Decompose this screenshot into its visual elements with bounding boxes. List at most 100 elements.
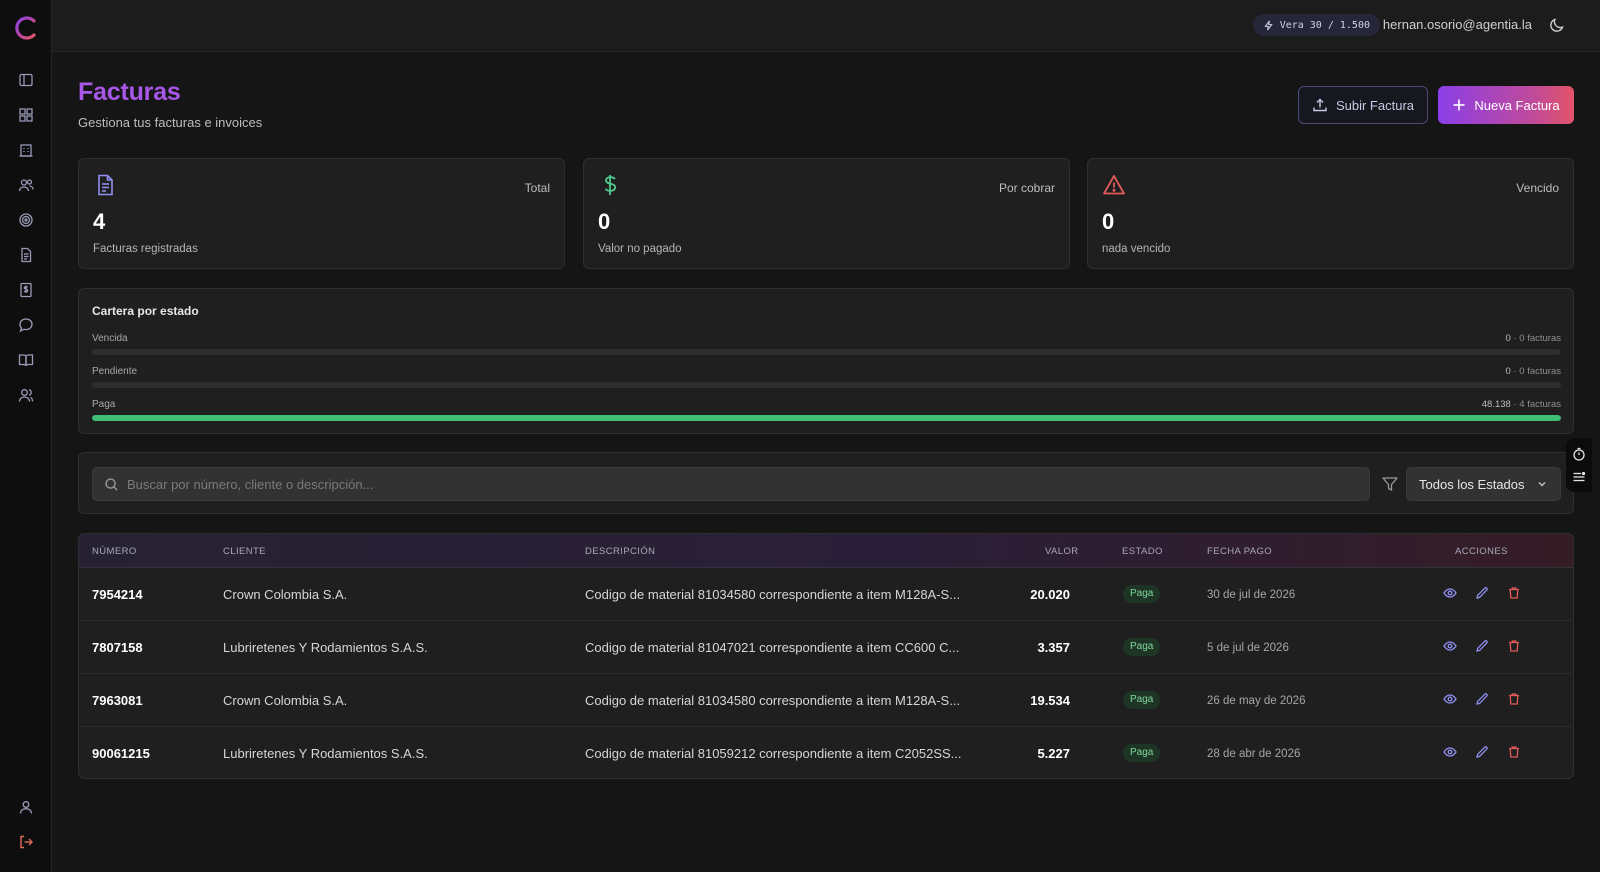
status-badge: Paga [1123,691,1161,709]
invoice-client: Lubriretenes Y Rodamientos S.A.S. [223,746,428,761]
user-email[interactable]: hernan.osorio@agentia.la [1383,17,1532,32]
sidebar [0,0,52,872]
table-row[interactable]: 7963081 Crown Colombia S.A. Codigo de ma… [79,674,1573,727]
delete-icon[interactable] [1507,639,1523,655]
invoice-icon[interactable] [14,243,38,267]
moon-icon[interactable] [1548,16,1566,34]
building-icon[interactable] [14,138,38,162]
receipt-dollar-icon[interactable] [14,278,38,302]
profile-icon[interactable] [14,795,38,819]
stat-value: 0 [1102,209,1115,234]
floating-widget[interactable] [1566,438,1592,492]
status-bar [92,415,1561,421]
users-icon[interactable] [14,173,38,197]
stat-card-por-cobrar: Por cobrar 0 Valor no pagado [583,158,1070,269]
list-icon[interactable] [1572,470,1586,484]
invoice-number: 7963081 [92,693,143,708]
status-label: Vencida [92,333,128,344]
filter-bar: Todos los Estados [78,452,1574,514]
invoice-number: 7954214 [92,587,143,602]
invoice-value: 19.534 [1030,693,1070,708]
logout-icon[interactable] [14,830,38,854]
column-header-descripcion[interactable]: DESCRIPCIÓN [585,546,655,557]
invoice-number: 90061215 [92,746,150,761]
edit-icon[interactable] [1475,692,1491,708]
status-label: Pendiente [92,366,138,377]
bolt-icon [1263,20,1273,30]
invoice-value: 3.357 [1037,640,1070,655]
table-row[interactable]: 7807158 Lubriretenes Y Rodamientos S.A.S… [79,621,1573,674]
column-header-numero[interactable]: NÚMERO [92,546,137,557]
table-row[interactable]: 7954214 Crown Colombia S.A. Codigo de ma… [79,568,1573,621]
view-icon[interactable] [1443,586,1459,602]
credits-text: Vera 30 / 1.500 [1279,19,1370,31]
cartera-panel: Cartera por estado Vencida 0 · 0 factura… [78,288,1574,434]
edit-icon[interactable] [1475,639,1491,655]
status-value: 0 · 0 facturas [1505,333,1561,344]
sidebar-toggle-icon[interactable] [14,68,38,92]
filter-icon[interactable] [1381,475,1399,493]
upload-invoice-label: Subir Factura [1335,97,1415,113]
column-header-cliente[interactable]: CLIENTE [223,546,266,557]
stat-value: 4 [93,209,106,234]
invoice-value: 5.227 [1037,746,1070,761]
chat-icon[interactable] [14,313,38,337]
timer-icon[interactable] [1572,447,1586,461]
invoice-description: Codigo de material 81047021 correspondie… [585,640,960,655]
new-invoice-button[interactable]: Nueva Factura [1438,86,1574,124]
dollar-icon [598,173,622,197]
target-icon[interactable] [14,208,38,232]
stat-label: Por cobrar [998,181,1055,195]
table-row[interactable]: 90061215 Lubriretenes Y Rodamientos S.A.… [79,727,1573,778]
view-icon[interactable] [1443,639,1459,655]
stat-label: Total [524,181,550,195]
invoice-value: 20.020 [1030,587,1070,602]
edit-icon[interactable] [1475,745,1491,761]
view-icon[interactable] [1443,692,1459,708]
status-bar [92,382,1561,388]
invoice-description: Codigo de material 81034580 correspondie… [585,587,961,602]
status-row-vencida: Vencida 0 · 0 facturas [92,333,1561,357]
invoice-payment-date: 5 de jul de 2026 [1207,642,1289,654]
status-select[interactable]: Todos los Estados [1406,467,1561,501]
app-logo[interactable] [12,14,40,42]
stat-caption: nada vencido [1102,243,1171,255]
status-badge: Paga [1123,638,1161,656]
column-header-fecha[interactable]: FECHA PAGO [1207,546,1272,557]
team-icon[interactable] [14,383,38,407]
invoice-client: Crown Colombia S.A. [223,693,348,708]
status-badge: Paga [1123,585,1161,603]
page-title: Facturas [78,78,181,106]
invoice-description: Codigo de material 81034580 correspondie… [585,693,961,708]
table-header: NÚMERO CLIENTE DESCRIPCIÓN VALOR ESTADO … [79,534,1573,568]
upload-invoice-button[interactable]: Subir Factura [1298,86,1428,124]
status-bar [92,349,1561,355]
column-header-acciones: ACCIONES [1455,546,1508,557]
status-select-value: Todos los Estados [1419,476,1525,492]
warning-icon [1102,173,1126,197]
search-input[interactable] [119,468,1369,500]
dashboard-icon[interactable] [14,103,38,127]
chevron-down-icon [1538,481,1546,487]
plus-icon [1453,99,1465,111]
view-icon[interactable] [1443,745,1459,761]
search-box [92,467,1370,501]
invoice-client: Crown Colombia S.A. [223,587,348,602]
delete-icon[interactable] [1507,745,1523,761]
book-icon[interactable] [14,348,38,372]
invoice-client: Lubriretenes Y Rodamientos S.A.S. [223,640,428,655]
stat-card-vencido: Vencido 0 nada vencido [1087,158,1574,269]
edit-icon[interactable] [1475,586,1491,602]
upload-icon [1313,98,1327,112]
invoice-payment-date: 28 de abr de 2026 [1207,748,1301,760]
column-header-valor[interactable]: VALOR [1045,546,1079,557]
status-value: 48.138 · 4 facturas [1481,399,1561,410]
stat-card-total: Total 4 Facturas registradas [78,158,565,269]
stat-caption: Valor no pagado [598,243,682,255]
status-badge: Paga [1123,744,1161,762]
column-header-estado[interactable]: ESTADO [1122,546,1163,557]
status-label: Paga [92,399,116,410]
page-subtitle: Gestiona tus facturas e invoices [78,115,263,130]
delete-icon[interactable] [1507,586,1523,602]
delete-icon[interactable] [1507,692,1523,708]
